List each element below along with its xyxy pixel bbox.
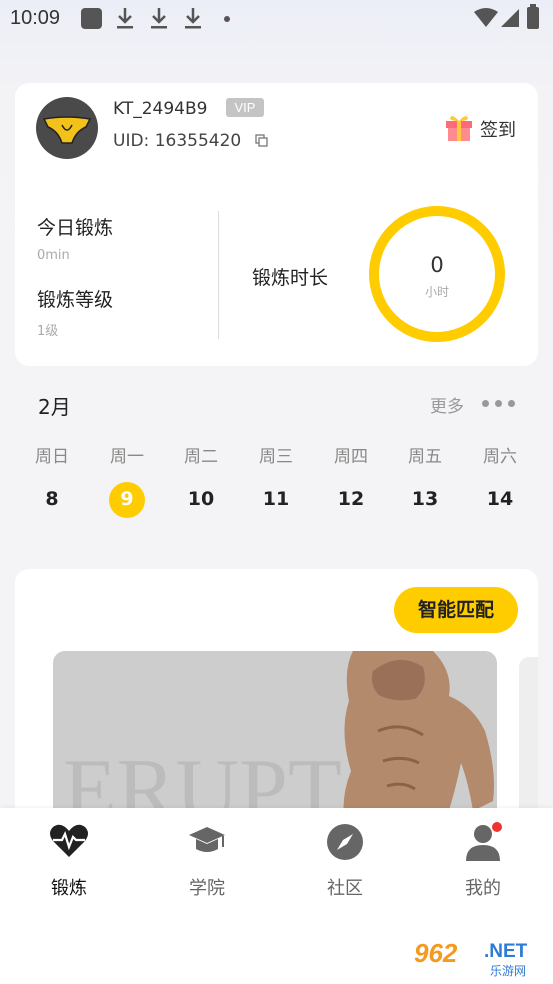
- notification-dot: [492, 822, 502, 832]
- calendar-day[interactable]: 12: [321, 488, 381, 510]
- username: KT_2494B9: [113, 99, 208, 119]
- calendar-day[interactable]: 11: [246, 488, 306, 510]
- calendar-day[interactable]: 14: [470, 488, 530, 510]
- signal-icon: [501, 9, 519, 27]
- calendar-day[interactable]: 10: [171, 488, 231, 510]
- smart-match-button[interactable]: 智能匹配: [394, 587, 518, 633]
- exercise-level-value: 1级: [37, 324, 59, 339]
- duration-unit: 小时: [424, 285, 449, 299]
- today-exercise-label: 今日锻炼: [37, 217, 114, 239]
- battery-icon: [527, 4, 539, 29]
- status-time: 10:09: [10, 7, 61, 29]
- more-link[interactable]: 更多: [430, 392, 464, 417]
- status-bar: 10:09: [0, 0, 553, 38]
- nav-label: 社区: [327, 878, 363, 899]
- download-icon: [185, 8, 201, 29]
- exercise-level-label: 锻炼等级: [37, 289, 114, 311]
- uid-text: UID: 16355420: [113, 131, 241, 151]
- weekday-label: 周日: [35, 447, 69, 467]
- nav-item-mine[interactable]: 我的: [414, 808, 552, 908]
- watermark-sub: 乐游网: [490, 964, 527, 978]
- more-dots-icon[interactable]: [482, 400, 516, 407]
- training-card: 智能匹配 ERUPT: [15, 569, 538, 829]
- copy-icon[interactable]: [255, 134, 269, 148]
- athlete-image: ERUPT: [63, 651, 494, 829]
- watermark-logo: 962 .NET 乐游网: [414, 938, 547, 978]
- download-icon: [117, 8, 133, 29]
- download-icon: [151, 8, 167, 29]
- graduation-cap-icon: [189, 827, 225, 852]
- profile-card: KT_2494B9 VIP UID: 16355420 签到 今日锻炼 0min…: [15, 83, 538, 366]
- gift-icon: [446, 116, 472, 141]
- calendar-day[interactable]: 13: [395, 488, 455, 510]
- weekday-label: 周四: [334, 447, 368, 467]
- watermark-suffix: .NET: [484, 941, 528, 962]
- weekday-label: 周六: [483, 447, 517, 467]
- uid-value: 16355420: [154, 131, 242, 151]
- more-notifications-dot: [224, 16, 230, 22]
- today-exercise-value: 0min: [37, 248, 70, 263]
- app-notification-icon: [81, 8, 102, 29]
- nav-item-exercise[interactable]: 锻炼: [0, 808, 138, 908]
- checkin-label: 签到: [480, 120, 516, 141]
- wifi-icon: [474, 8, 498, 27]
- weekday-label: 周二: [184, 447, 218, 467]
- calendar-day[interactable]: 8: [22, 488, 82, 510]
- nav-item-academy[interactable]: 学院: [138, 808, 276, 908]
- month-label: 2月: [38, 395, 71, 419]
- watermark-brand: 962: [414, 938, 458, 968]
- nav-item-community[interactable]: 社区: [276, 808, 414, 908]
- uid-label: UID:: [113, 131, 150, 151]
- underwear-avatar-icon: [42, 116, 92, 144]
- weekday-label: 周一: [110, 447, 144, 467]
- nav-label: 锻炼: [51, 878, 87, 899]
- exercise-duration-label: 锻炼时长: [252, 267, 329, 289]
- calendar-day[interactable]: 9: [97, 488, 157, 510]
- course-image[interactable]: ERUPT: [53, 651, 497, 829]
- next-course-peek[interactable]: [519, 657, 538, 829]
- heartbeat-icon: [50, 824, 88, 857]
- weekday-label: 周五: [408, 447, 442, 467]
- vip-badge: VIP: [226, 98, 264, 117]
- avatar[interactable]: [36, 97, 98, 159]
- duration-value: 0: [430, 253, 444, 277]
- nav-label: 我的: [465, 878, 501, 899]
- nav-label: 学院: [189, 878, 225, 899]
- divider: [218, 211, 219, 339]
- compass-icon: [327, 824, 363, 860]
- weekday-label: 周三: [259, 447, 293, 467]
